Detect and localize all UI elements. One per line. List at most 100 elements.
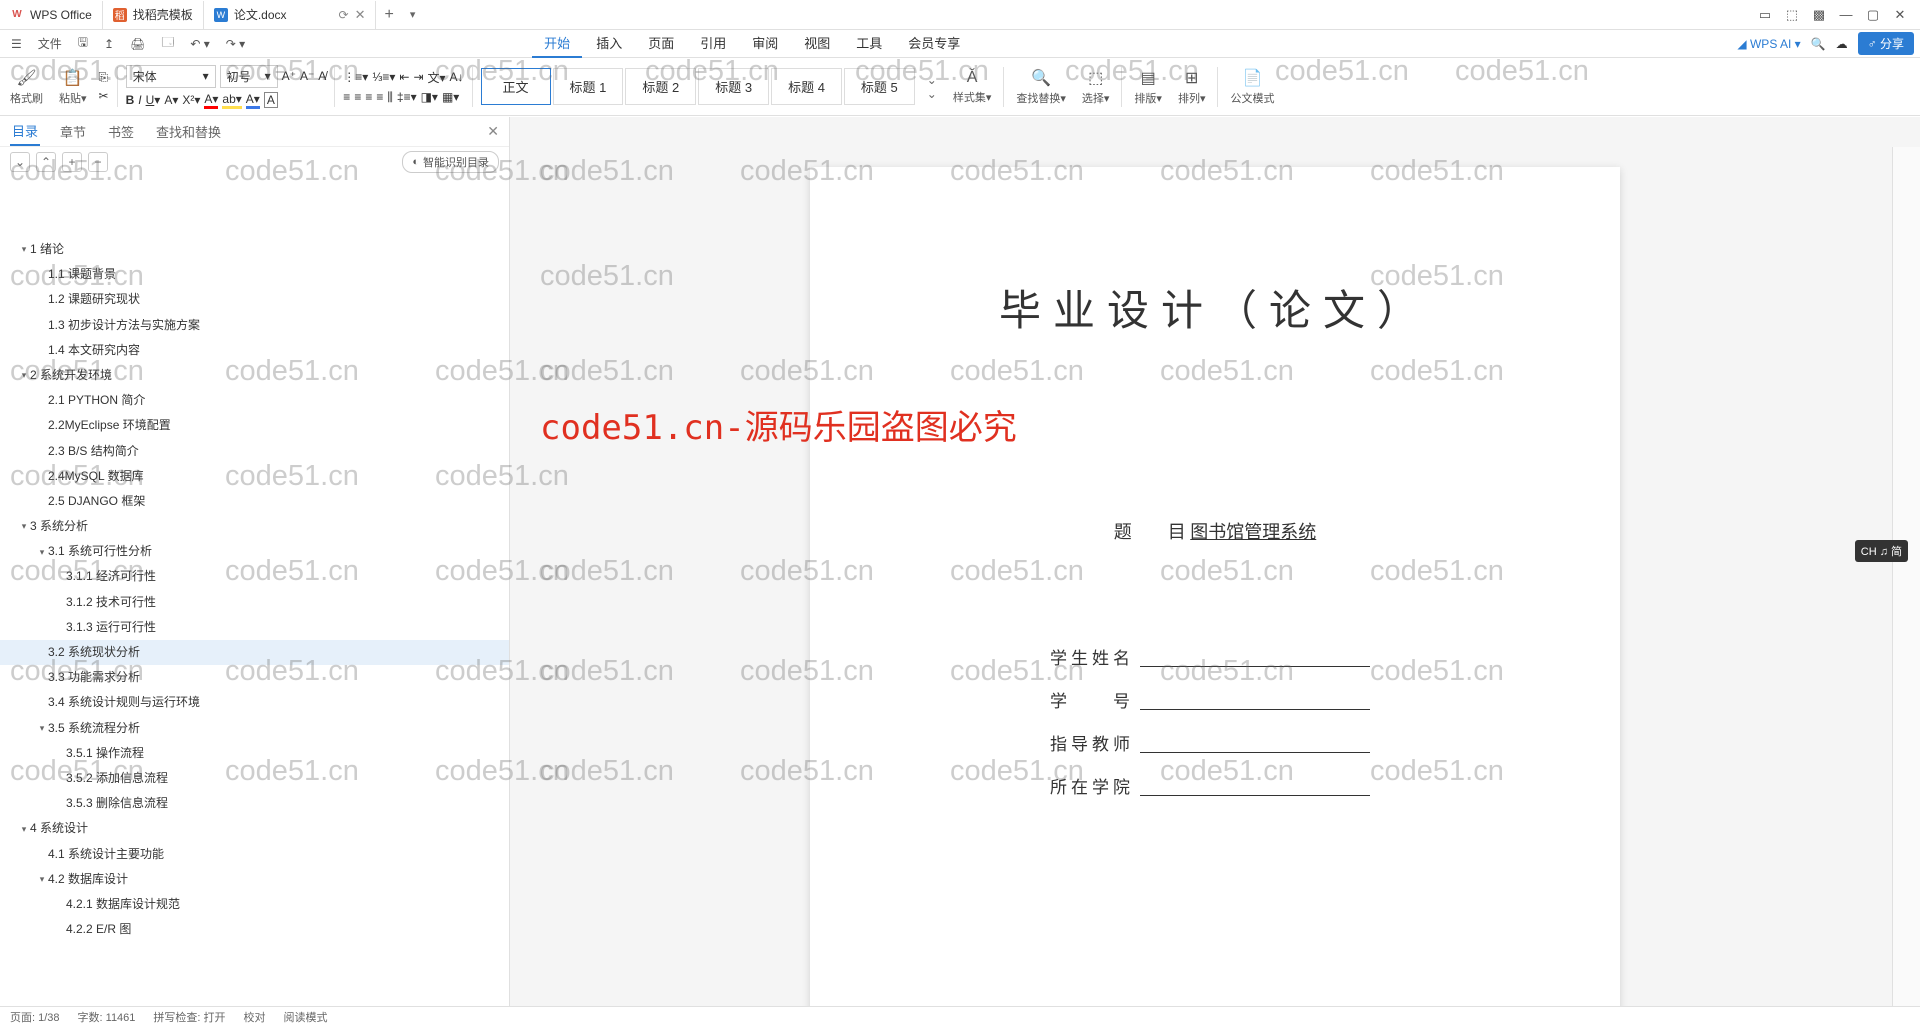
style-标题 1[interactable]: 标题 1 xyxy=(553,68,624,105)
copy-icon[interactable]: ⎘ xyxy=(99,70,109,85)
style-set-button[interactable]: Ǎ样式集▾ xyxy=(949,69,996,105)
align-right-icon[interactable]: ≡ xyxy=(365,90,372,104)
distribute-icon[interactable]: ⫼ xyxy=(387,90,393,105)
nav-tab-书签[interactable]: 书签 xyxy=(106,118,136,145)
redo-button[interactable]: ↷ ▾ xyxy=(221,34,250,54)
outline-item[interactable]: ▾4.2 数据库设计 xyxy=(0,867,509,892)
tab-document[interactable]: W论文.docx⟳✕ xyxy=(204,1,377,29)
paste-button[interactable]: 📋粘贴▾ xyxy=(55,68,91,106)
avatar-icon[interactable]: ▩ xyxy=(1807,3,1831,27)
style-标题 3[interactable]: 标题 3 xyxy=(698,68,769,105)
menu-tab-开始[interactable]: 开始 xyxy=(532,29,582,58)
smart-toc-button[interactable]: ◐ 智能识别目录 xyxy=(402,151,499,173)
expand-icon[interactable]: ▾ xyxy=(18,822,30,836)
outline-item[interactable]: 2.4MySQL 数据库 xyxy=(0,464,509,489)
tab-wps-office[interactable]: WWPS Office xyxy=(0,1,103,29)
sort-icon[interactable]: A↓ xyxy=(450,70,464,84)
bold-button[interactable]: B xyxy=(126,93,135,107)
outline-item[interactable]: 3.3 功能需求分析 xyxy=(0,665,509,690)
file-menu[interactable]: 文件 xyxy=(33,32,67,55)
font-select[interactable]: 宋体▾ xyxy=(126,65,216,88)
align-left-icon[interactable]: ≡ xyxy=(343,90,350,104)
decrease-font-icon[interactable]: A⁻ xyxy=(300,69,314,83)
increase-indent-icon[interactable]: ⇥ xyxy=(413,70,423,84)
hamburger-icon[interactable]: ☰ xyxy=(6,34,27,54)
expand-icon[interactable]: ▾ xyxy=(18,519,30,533)
outline-item[interactable]: ▾3.5 系统流程分析 xyxy=(0,716,509,741)
maximize-button[interactable]: ▢ xyxy=(1861,3,1885,27)
style-标题 5[interactable]: 标题 5 xyxy=(844,68,915,105)
clear-format-icon[interactable]: A̸ xyxy=(318,69,326,83)
find-replace-button[interactable]: 🔍查找替换▾ xyxy=(1012,68,1070,106)
share-button[interactable]: ♂ 分享 xyxy=(1858,32,1914,55)
decrease-indent-icon[interactable]: ⇤ xyxy=(399,70,409,84)
right-sidebar[interactable] xyxy=(1892,147,1920,1006)
fill-color-button[interactable]: A▾ xyxy=(246,92,260,109)
page[interactable]: 毕业设计（论文） 题 目 图书馆管理系统 学生姓名学 号指导教师所在学院 xyxy=(810,167,1620,1006)
reload-icon[interactable]: ⟳ xyxy=(339,8,349,22)
box-icon[interactable]: ⬚ xyxy=(1780,3,1804,27)
outline-item[interactable]: ▾1 绪论 xyxy=(0,237,509,262)
font-size-select[interactable]: 初号▾ xyxy=(220,65,278,88)
outline-item[interactable]: ▾3.1 系统可行性分析 xyxy=(0,539,509,564)
text-direction-icon[interactable]: 文▾ xyxy=(428,69,446,86)
font-color-button[interactable]: A▾ xyxy=(204,92,218,109)
print-icon[interactable]: 🖨 xyxy=(125,34,150,54)
superscript-button[interactable]: X²▾ xyxy=(182,93,200,107)
menu-tab-工具[interactable]: 工具 xyxy=(844,29,894,58)
doc-mode-button[interactable]: 📄公文模式 xyxy=(1226,68,1278,106)
bullets-button[interactable]: ⋮≡▾ xyxy=(343,70,368,84)
outline-item[interactable]: 3.2 系统现状分析 xyxy=(0,640,509,665)
border-button[interactable]: ▦▾ xyxy=(442,90,459,104)
increase-font-icon[interactable]: A⁺ xyxy=(282,69,296,83)
close-nav-icon[interactable]: ✕ xyxy=(487,123,499,140)
outline-item[interactable]: ▾3 系统分析 xyxy=(0,514,509,539)
outline-item[interactable]: ▾4 系统设计 xyxy=(0,816,509,841)
expand-icon[interactable]: ▾ xyxy=(18,242,30,256)
char-border-button[interactable]: A xyxy=(264,92,278,108)
underline-button[interactable]: U▾ xyxy=(146,93,161,107)
numbering-button[interactable]: ⅓≡▾ xyxy=(372,70,395,84)
outline-item[interactable]: 3.5.1 操作流程 xyxy=(0,741,509,766)
style-标题 4[interactable]: 标题 4 xyxy=(771,68,842,105)
tab-daoke[interactable]: 稻找稻壳模板 xyxy=(103,1,204,29)
outline-item[interactable]: 1.3 初步设计方法与实施方案 xyxy=(0,313,509,338)
spell-check-status[interactable]: 拼写检查: 打开 xyxy=(153,1009,225,1025)
undo-button[interactable]: ↶ ▾ xyxy=(185,34,214,54)
search-icon[interactable]: 🔍 xyxy=(1811,37,1826,51)
outline-item[interactable]: 4.1 系统设计主要功能 xyxy=(0,842,509,867)
nav-tab-查找和替换[interactable]: 查找和替换 xyxy=(154,118,223,145)
outline-item[interactable]: 2.2MyEclipse 环境配置 xyxy=(0,413,509,438)
proof-button[interactable]: 校对 xyxy=(244,1009,266,1025)
tab-menu-button[interactable]: ▾ xyxy=(402,8,424,21)
select-button[interactable]: ⬚选择▾ xyxy=(1078,68,1114,106)
menu-tab-会员专享[interactable]: 会员专享 xyxy=(896,29,972,58)
close-tab-icon[interactable]: ✕ xyxy=(355,7,366,23)
outline-item[interactable]: 3.1.1 经济可行性 xyxy=(0,564,509,589)
expand-icon[interactable]: ▾ xyxy=(36,872,48,886)
save-icon[interactable]: 🖫 xyxy=(73,30,93,57)
format-brush-button[interactable]: 🖌格式刷 xyxy=(6,68,47,106)
read-mode-button[interactable]: 阅读模式 xyxy=(284,1009,328,1025)
styles-more-button[interactable]: ⌄⌄ xyxy=(923,73,941,101)
outline-item[interactable]: 3.5.2 添加信息流程 xyxy=(0,766,509,791)
nav-tab-章节[interactable]: 章节 xyxy=(58,118,88,145)
menu-tab-视图[interactable]: 视图 xyxy=(792,29,842,58)
expand-icon[interactable]: ▾ xyxy=(18,368,30,382)
style-标题 2[interactable]: 标题 2 xyxy=(625,68,696,105)
outline-item[interactable]: 3.1.3 运行可行性 xyxy=(0,615,509,640)
align-justify-icon[interactable]: ≡ xyxy=(376,90,383,104)
outline-item[interactable]: 2.1 PYTHON 简介 xyxy=(0,388,509,413)
outline-item[interactable]: 2.3 B/S 结构简介 xyxy=(0,439,509,464)
cloud-icon[interactable]: ☁ xyxy=(1836,37,1848,51)
outline-item[interactable]: 1.4 本文研究内容 xyxy=(0,338,509,363)
outline-item[interactable]: 3.1.2 技术可行性 xyxy=(0,590,509,615)
outline-item[interactable]: 4.2.1 数据库设计规范 xyxy=(0,892,509,917)
menu-tab-引用[interactable]: 引用 xyxy=(688,29,738,58)
expand-icon[interactable]: ▾ xyxy=(36,545,48,559)
add-tab-button[interactable]: + xyxy=(376,6,401,24)
export-icon[interactable]: ↥ xyxy=(99,34,119,54)
page-indicator[interactable]: 页面: 1/38 xyxy=(10,1009,60,1025)
line-spacing-button[interactable]: ‡≡▾ xyxy=(397,90,417,104)
nav-tab-目录[interactable]: 目录 xyxy=(10,117,40,146)
